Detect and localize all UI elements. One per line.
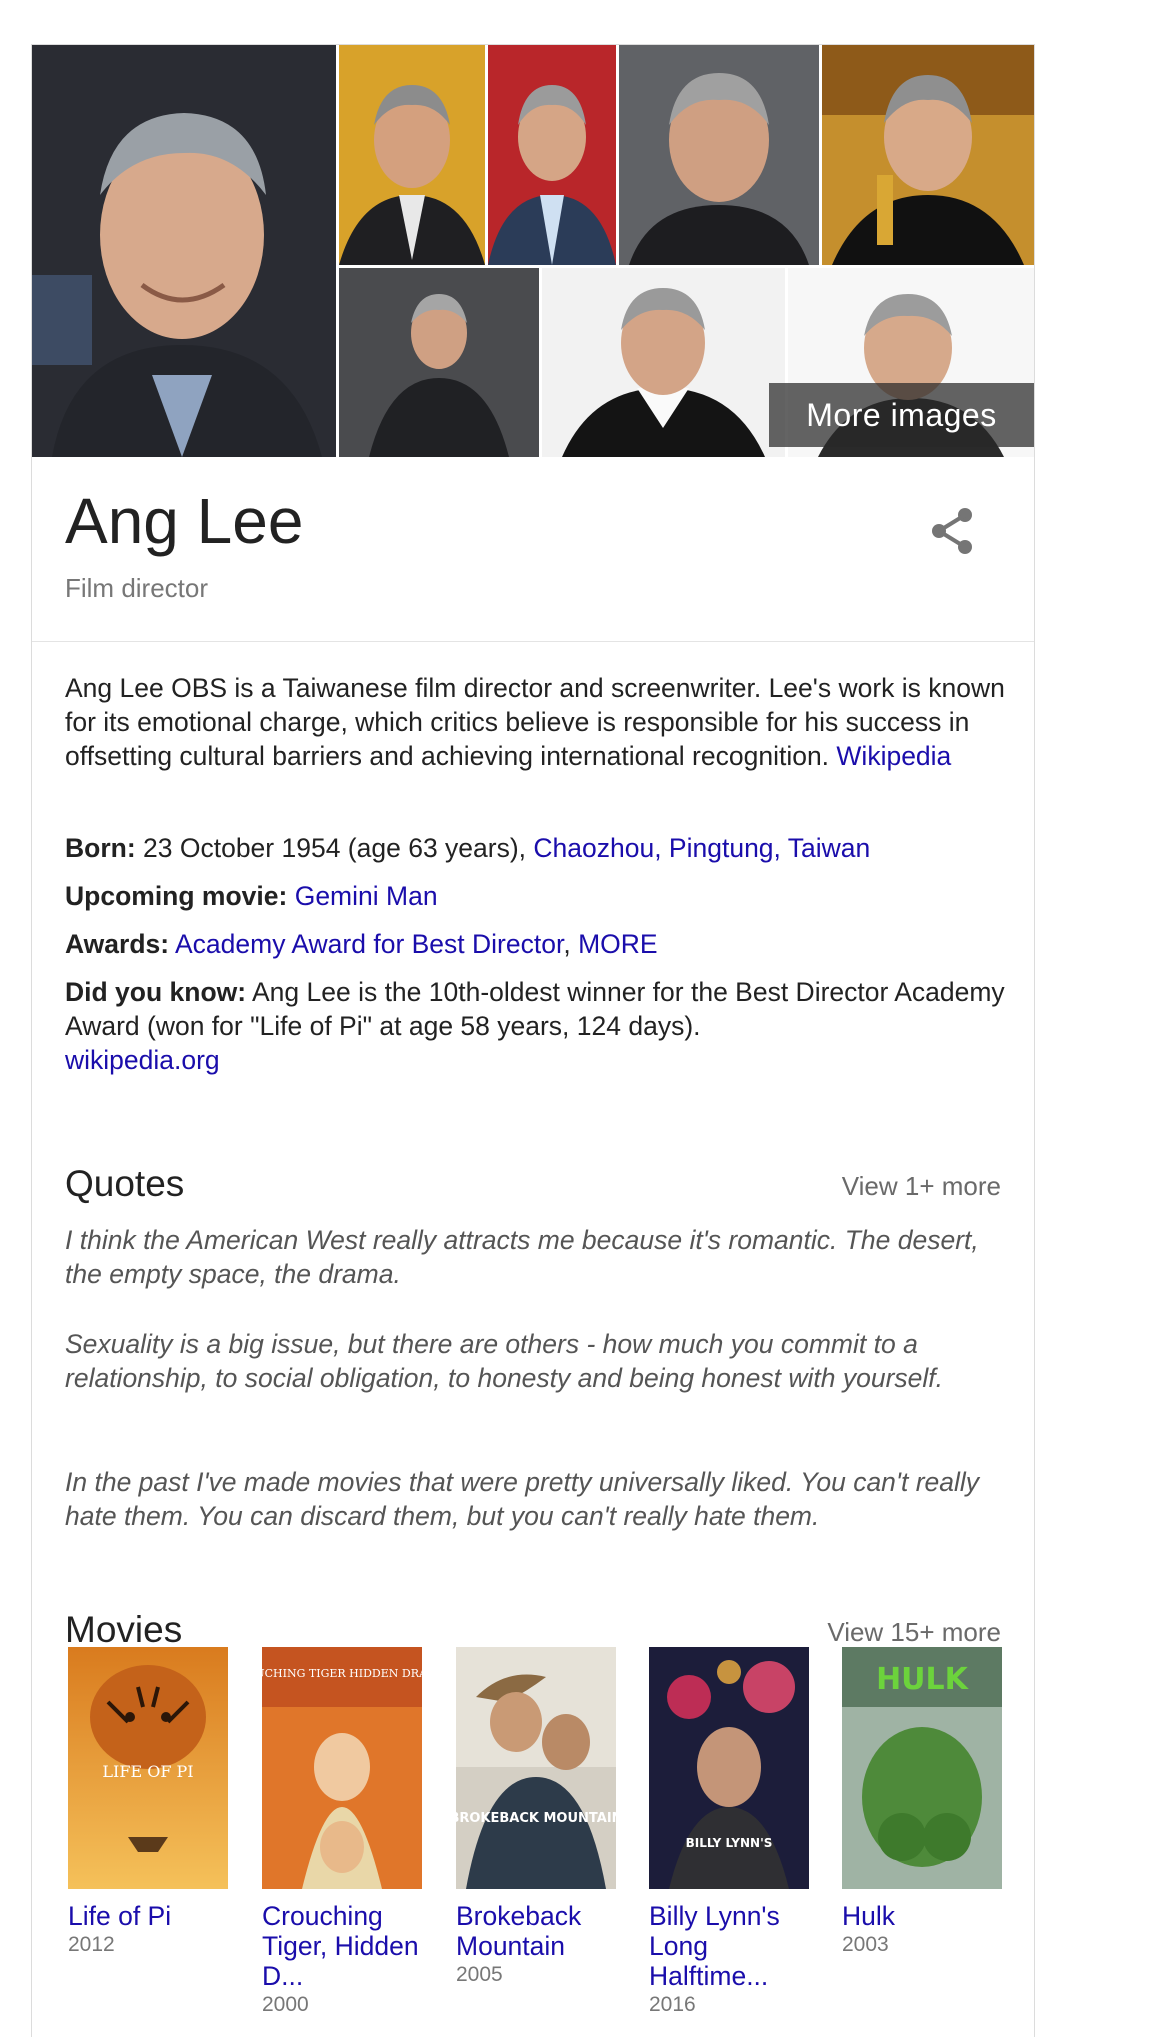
share-icon[interactable]: [927, 505, 979, 557]
entity-description: Ang Lee OBS is a Taiwanese film director…: [65, 671, 1005, 773]
movie-title[interactable]: Brokeback Mountain: [456, 1901, 616, 1961]
fact-upcoming-link[interactable]: Gemini Man: [295, 881, 438, 911]
fact-awards-label: Awards:: [65, 929, 170, 959]
portrait-image-2[interactable]: [339, 45, 485, 265]
poster-title-text: CROUCHING TIGER HIDDEN DRAGON: [262, 1667, 422, 1680]
movie-item[interactable]: HULK Hulk 2003: [842, 1647, 1002, 1957]
quote-item: I think the American West really attract…: [65, 1225, 979, 1289]
movie-item[interactable]: CROUCHING TIGER HIDDEN DRAGON Crouching …: [262, 1647, 422, 2017]
movie-poster[interactable]: BROKEBACK MOUNTAIN: [456, 1647, 616, 1889]
entity-subtitle: Film director: [65, 573, 209, 603]
fact-born-value: 23 October 1954 (age 63 years),: [135, 833, 534, 863]
movie-year: 2003: [842, 1933, 889, 1956]
fact-awards-more-link[interactable]: MORE: [578, 929, 658, 959]
poster-title-text: HULK: [876, 1662, 970, 1697]
fact-born-place-link[interactable]: Chaozhou, Pingtung, Taiwan: [533, 833, 870, 863]
movie-title[interactable]: Crouching Tiger, Hidden D...: [262, 1901, 422, 1991]
movie-poster[interactable]: HULK: [842, 1647, 1002, 1889]
movie-poster[interactable]: LIFE OF PI: [68, 1647, 228, 1889]
movie-item[interactable]: BILLY LYNN'S Billy Lynn's Long Halftime.…: [649, 1647, 809, 2017]
quote-item: Sexuality is a big issue, but there are …: [65, 1329, 943, 1393]
portrait-image-6[interactable]: [339, 268, 539, 457]
movie-year: 2000: [262, 1993, 309, 2016]
description-source-link[interactable]: Wikipedia: [836, 741, 951, 771]
fact-upcoming-label: Upcoming movie:: [65, 881, 288, 911]
fact-dyk-label: Did you know:: [65, 977, 247, 1007]
poster-title-text: BILLY LYNN'S: [686, 1836, 773, 1850]
more-images-button[interactable]: More images: [769, 383, 1034, 447]
poster-title-text: BROKEBACK MOUNTAIN: [456, 1811, 616, 1826]
movie-year: 2005: [456, 1963, 503, 1986]
fact-awards-separator: ,: [563, 929, 579, 959]
knowledge-panel: More images Ang Lee Film director Ang Le…: [31, 44, 1035, 2037]
movie-title[interactable]: Billy Lynn's Long Halftime...: [649, 1901, 809, 1991]
quotes-view-more-link[interactable]: View 1+ more: [842, 1171, 1001, 1202]
fact-dyk-source-link[interactable]: wikipedia.org: [65, 1045, 220, 1075]
entity-title: Ang Lee: [65, 485, 304, 557]
header-divider: [32, 641, 1034, 642]
movie-year: 2012: [68, 1933, 115, 1956]
portrait-image-7[interactable]: [542, 268, 785, 457]
portrait-image-4[interactable]: [619, 45, 819, 265]
movies-view-more-link[interactable]: View 15+ more: [827, 1617, 1001, 1648]
fact-awards-link[interactable]: Academy Award for Best Director: [175, 929, 563, 959]
fact-born: Born: 23 October 1954 (age 63 years), Ch…: [65, 831, 1005, 865]
main-portrait-image[interactable]: [32, 45, 336, 457]
fact-born-label: Born:: [65, 833, 136, 863]
movie-poster[interactable]: CROUCHING TIGER HIDDEN DRAGON: [262, 1647, 422, 1889]
quote-item: In the past I've made movies that were p…: [65, 1467, 980, 1531]
movie-title[interactable]: Hulk: [842, 1901, 1002, 1931]
fact-upcoming-movie: Upcoming movie: Gemini Man: [65, 879, 1005, 913]
fact-did-you-know: Did you know: Ang Lee is the 10th-oldest…: [65, 975, 1005, 1077]
fact-awards: Awards: Academy Award for Best Director,…: [65, 927, 1005, 961]
movie-poster[interactable]: BILLY LYNN'S: [649, 1647, 809, 1889]
portrait-image-5[interactable]: [822, 45, 1034, 265]
movies-heading: Movies: [65, 1609, 183, 1650]
movie-item[interactable]: LIFE OF PI Life of Pi 2012: [68, 1647, 228, 1957]
movie-item[interactable]: BROKEBACK MOUNTAIN Brokeback Mountain 20…: [456, 1647, 616, 1987]
portrait-image-3[interactable]: [488, 45, 616, 265]
quotes-heading: Quotes: [65, 1163, 185, 1204]
poster-title-text: LIFE OF PI: [102, 1762, 193, 1781]
movie-year: 2016: [649, 1993, 696, 2016]
movie-title[interactable]: Life of Pi: [68, 1901, 228, 1931]
